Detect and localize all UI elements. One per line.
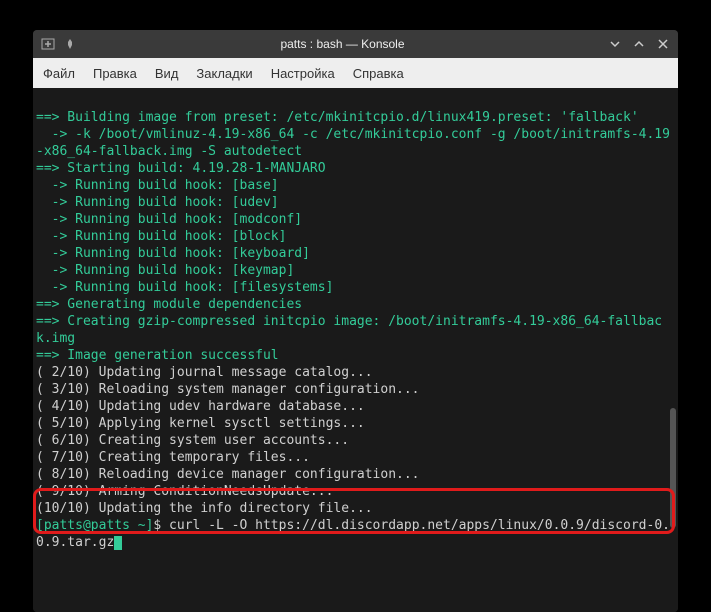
titlebar-controls <box>608 37 670 51</box>
terminal-line: -> Running build hook: [keymap] <box>36 263 294 278</box>
terminal-line: ( 2/10) Updating journal message catalog… <box>36 365 373 380</box>
terminal-line: -> -k /boot/vmlinuz-4.19-x86_64 -c /etc/… <box>36 127 670 159</box>
new-tab-icon[interactable] <box>41 37 55 51</box>
terminal-line: ( 9/10) Arming ConditionNeedsUpdate... <box>36 484 333 499</box>
terminal-line: ==> Generating module dependencies <box>36 297 302 312</box>
prompt-line: [patts@patts ~]$ curl -L -O https://dl.d… <box>36 518 670 550</box>
terminal-line: ( 6/10) Creating system user accounts... <box>36 433 349 448</box>
prompt-user-host: [patts@patts ~] <box>36 518 153 533</box>
terminal-line: -> Running build hook: [filesystems] <box>36 280 333 295</box>
menu-file[interactable]: Файл <box>43 66 75 81</box>
terminal-line: ( 7/10) Creating temporary files... <box>36 450 310 465</box>
menu-view[interactable]: Вид <box>155 66 179 81</box>
terminal-area[interactable]: ==> Building image from preset: /etc/mki… <box>33 88 678 612</box>
terminal-line: -> Running build hook: [block] <box>36 229 286 244</box>
menubar: Файл Правка Вид Закладки Настройка Справ… <box>33 58 678 88</box>
cursor-icon <box>114 536 122 550</box>
menu-edit[interactable]: Правка <box>93 66 137 81</box>
terminal-line: ( 3/10) Reloading system manager configu… <box>36 382 420 397</box>
minimize-button[interactable] <box>608 37 622 51</box>
pin-icon[interactable] <box>63 37 77 51</box>
terminal-line: -> Running build hook: [modconf] <box>36 212 302 227</box>
titlebar: patts : bash — Konsole <box>33 30 678 58</box>
scrollbar-thumb[interactable] <box>670 408 676 528</box>
terminal-line: -> Running build hook: [base] <box>36 178 279 193</box>
menu-bookmarks[interactable]: Закладки <box>196 66 252 81</box>
terminal-line: (10/10) Updating the info directory file… <box>36 501 373 516</box>
close-button[interactable] <box>656 37 670 51</box>
maximize-button[interactable] <box>632 37 646 51</box>
terminal-line: ==> Image generation successful <box>36 348 279 363</box>
terminal-line: ( 5/10) Applying kernel sysctl settings.… <box>36 416 365 431</box>
terminal-line: ( 4/10) Updating udev hardware database.… <box>36 399 365 414</box>
terminal-line: -> Running build hook: [udev] <box>36 195 279 210</box>
terminal-line: -> Running build hook: [keyboard] <box>36 246 310 261</box>
terminal-line: ==> Building image from preset: /etc/mki… <box>36 110 639 125</box>
terminal-line: ==> Starting build: 4.19.28-1-MANJARO <box>36 161 326 176</box>
konsole-window: patts : bash — Konsole Файл Правка Вид З… <box>33 30 678 612</box>
titlebar-left <box>41 37 77 51</box>
terminal-line: ( 8/10) Reloading device manager configu… <box>36 467 420 482</box>
terminal-line: ==> Creating gzip-compressed initcpio im… <box>36 314 662 346</box>
menu-settings[interactable]: Настройка <box>271 66 335 81</box>
window-title: patts : bash — Konsole <box>77 37 608 51</box>
menu-help[interactable]: Справка <box>353 66 404 81</box>
